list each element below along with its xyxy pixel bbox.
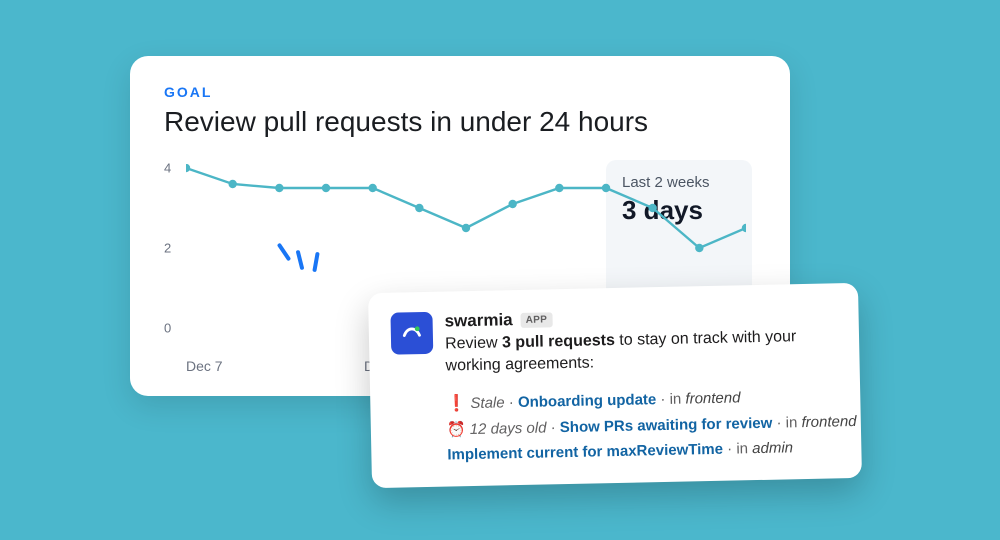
slack-message: Review 3 pull requests to stay on track … <box>445 325 838 378</box>
slack-app-name: swarmia <box>444 310 512 331</box>
goal-title: Review pull requests in under 24 hours <box>164 106 756 138</box>
pr-link[interactable]: Implement current for maxReviewTime <box>447 441 723 464</box>
ytick-0: 0 <box>164 321 171 336</box>
slack-notification-card: swarmia APP Review 3 pull requests to st… <box>368 283 862 488</box>
ytick-4: 4 <box>164 161 171 176</box>
alarm-clock-icon: ⏰ <box>447 421 466 438</box>
exclamation-icon: ❗ <box>446 395 466 412</box>
pr-link[interactable]: Show PRs awaiting for review <box>560 415 773 436</box>
ytick-2: 2 <box>164 241 171 256</box>
slack-items-list: ❗ Stale · Onboarding update · in fronten… <box>392 382 840 470</box>
xtick-dec7: Dec 7 <box>186 358 223 374</box>
goal-eyebrow: GOAL <box>164 84 756 100</box>
swarmia-logo-icon <box>390 312 433 355</box>
pr-link[interactable]: Onboarding update <box>518 391 657 411</box>
slack-app-badge: APP <box>520 312 552 328</box>
